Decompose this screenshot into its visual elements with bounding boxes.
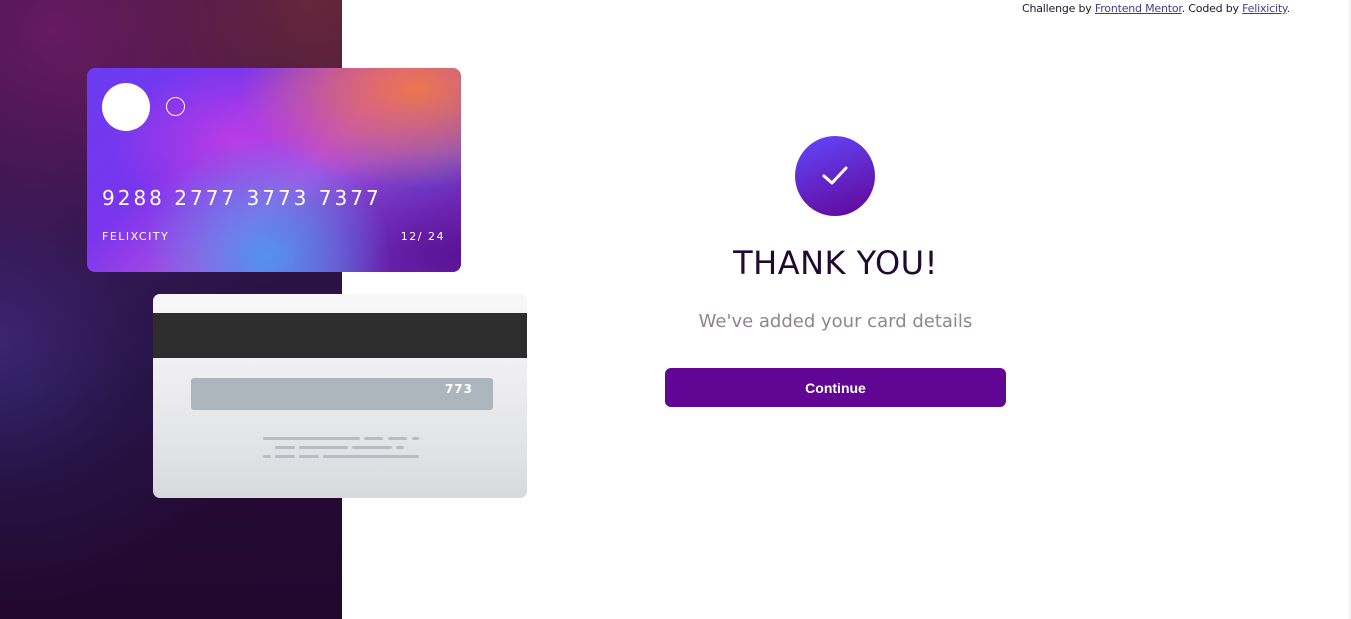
attribution: Challenge by Frontend Mentor. Coded by F… bbox=[1022, 2, 1290, 15]
continue-button[interactable]: Continue bbox=[665, 368, 1006, 407]
magnetic-stripe bbox=[153, 313, 527, 358]
card-pattern-line bbox=[352, 446, 392, 449]
attribution-suffix: . bbox=[1286, 2, 1291, 15]
success-checkmark-badge bbox=[795, 136, 875, 216]
attribution-middle: . Coded by bbox=[1181, 2, 1243, 15]
attribution-prefix: Challenge by bbox=[1022, 2, 1095, 15]
cardholder-name: FELIXCITY bbox=[102, 230, 170, 243]
card-pattern-line bbox=[364, 437, 383, 440]
card-back: 773 bbox=[153, 294, 527, 498]
card-pattern-line bbox=[263, 455, 271, 458]
checkmark-icon bbox=[822, 166, 848, 185]
card-pattern-line bbox=[299, 446, 348, 449]
card-logo-circle-filled bbox=[102, 83, 150, 131]
card-pattern-line bbox=[388, 437, 407, 440]
card-pattern-line bbox=[299, 455, 319, 458]
card-pattern-line bbox=[275, 455, 295, 458]
author-link[interactable]: Felixicity bbox=[1242, 2, 1287, 15]
signature-strip: 773 bbox=[191, 378, 493, 410]
confirmation-message: We've added your card details bbox=[698, 311, 973, 332]
card-pattern-line bbox=[263, 437, 360, 440]
card-pattern-line bbox=[275, 446, 295, 449]
card-logo-circle-outline bbox=[166, 97, 185, 116]
thank-you-heading: THANK YOU! bbox=[733, 244, 938, 282]
frontend-mentor-link[interactable]: Frontend Mentor bbox=[1095, 2, 1182, 15]
page: Challenge by Frontend Mentor. Coded by F… bbox=[0, 0, 1351, 619]
card-pattern-line bbox=[396, 446, 404, 449]
card-cvc: 773 bbox=[444, 382, 473, 396]
card-number: 9288 2777 3773 7377 bbox=[102, 186, 382, 210]
card-front: 9288 2777 3773 7377 FELIXCITY 12/ 24 bbox=[87, 68, 461, 272]
card-pattern-line bbox=[412, 437, 419, 440]
card-pattern-line bbox=[323, 455, 419, 458]
card-expiry-date: 12/ 24 bbox=[400, 230, 445, 243]
